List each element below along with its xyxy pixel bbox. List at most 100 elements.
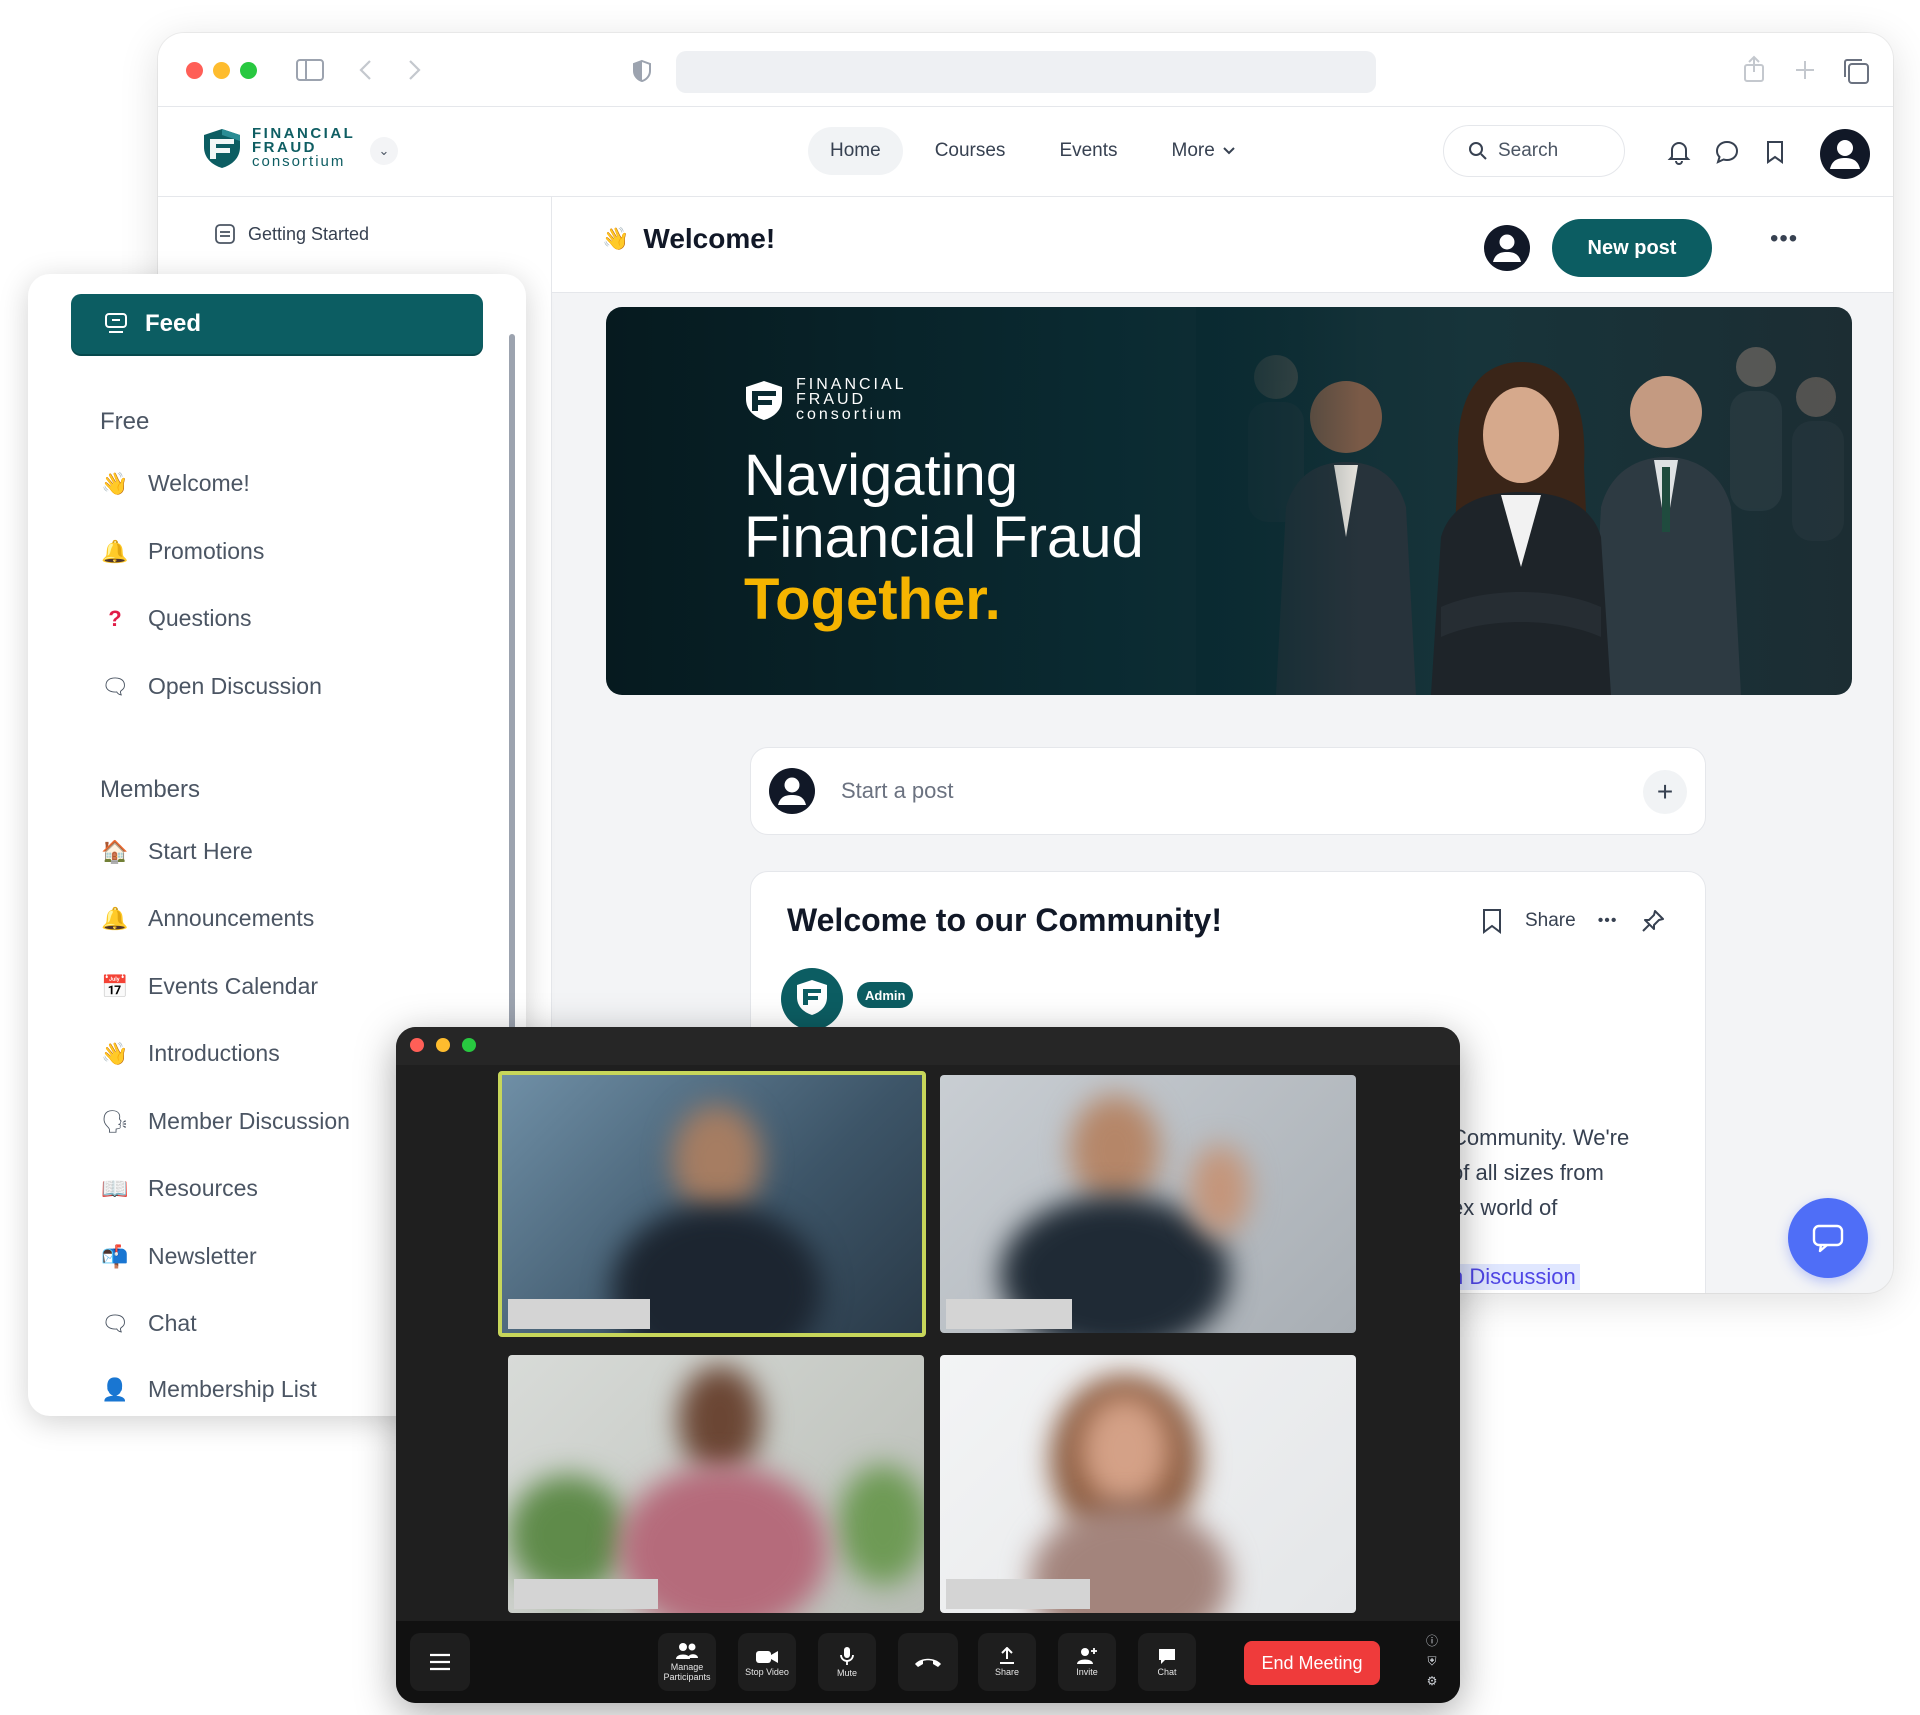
maximize-window-button[interactable]: [240, 62, 257, 79]
business-team-photo: [1196, 307, 1852, 695]
waving-hand: [1190, 1145, 1250, 1235]
brand-shield-icon: [797, 980, 827, 1015]
manage-participants-label: Manage Participants: [663, 1662, 711, 1682]
sidebar-item-questions[interactable]: ? Questions: [100, 605, 252, 632]
back-icon[interactable]: [358, 59, 374, 81]
person-icon: [778, 777, 806, 805]
security-shield-icon[interactable]: ⛨: [1426, 1651, 1438, 1671]
sidebar-item-label: Open Discussion: [148, 673, 322, 699]
minimize-window-button[interactable]: [213, 62, 230, 79]
brand-logo[interactable]: FINANCIAL FRAUD consortium: [202, 126, 355, 169]
add-user-icon: [1077, 1648, 1097, 1664]
chevron-down-icon[interactable]: ⌄: [370, 137, 398, 165]
video-call-window: Manage Participants Stop Video Mute Shar…: [396, 1027, 1460, 1703]
sidebar-item-open-discussion[interactable]: 🗨 Open Discussion: [100, 673, 322, 700]
participants-icon: [676, 1643, 698, 1659]
sidebar-item-label: Questions: [148, 605, 252, 631]
call-titlebar: [396, 1027, 1460, 1065]
bell-icon[interactable]: [1666, 139, 1692, 165]
feed-label: Feed: [145, 310, 202, 337]
section-title-free: Free: [100, 408, 150, 435]
new-tab-icon[interactable]: [1794, 59, 1816, 81]
sidebar-item-start-here[interactable]: 🏠 Start Here: [100, 838, 253, 865]
member-avatar[interactable]: [1484, 225, 1530, 271]
hero-logo: FINANCIAL FRAUD consortium: [744, 377, 907, 423]
minimize-window-button[interactable]: [436, 1038, 450, 1052]
more-options-icon[interactable]: •••: [1598, 912, 1618, 930]
sidebar-item-newsletter[interactable]: 📬 Newsletter: [100, 1243, 256, 1270]
close-window-button[interactable]: [186, 62, 203, 79]
add-post-button[interactable]: +: [1643, 770, 1687, 814]
invite-label: Invite: [1076, 1667, 1098, 1677]
video-tile-participant-2[interactable]: [940, 1075, 1356, 1333]
sidebar-item-label: Membership List: [148, 1376, 317, 1402]
share-icon[interactable]: [1742, 55, 1766, 83]
sidebar-item-getting-started[interactable]: Getting Started: [214, 223, 369, 245]
participant-name-tag: [508, 1299, 650, 1329]
close-window-button[interactable]: [410, 1038, 424, 1052]
video-tile-participant-4[interactable]: [940, 1355, 1356, 1613]
share-screen-button[interactable]: Share: [978, 1633, 1036, 1691]
participant-video: [678, 1365, 762, 1475]
author-avatar[interactable]: [781, 968, 843, 1030]
section-title-members: Members: [100, 776, 201, 803]
hang-up-button[interactable]: [898, 1633, 958, 1691]
person-icon: [1830, 140, 1860, 169]
manage-participants-button[interactable]: Manage Participants: [658, 1633, 716, 1691]
nav-home[interactable]: Home: [808, 127, 903, 175]
nav-more[interactable]: More: [1150, 127, 1257, 175]
sidebar-item-label: Events Calendar: [148, 973, 319, 999]
user-avatar[interactable]: [1820, 129, 1870, 179]
sidebar-item-feed[interactable]: Feed: [71, 294, 483, 354]
sidebar-item-events-calendar[interactable]: 📅 Events Calendar: [100, 973, 318, 1000]
bookmark-icon[interactable]: [1481, 908, 1503, 934]
nav-more-label: More: [1171, 140, 1215, 161]
post-channel-link[interactable]: n Discussion: [1447, 1264, 1580, 1290]
chat-label: Chat: [1157, 1667, 1177, 1677]
site-navbar: FINANCIAL FRAUD consortium ⌄ Home Course…: [158, 107, 1893, 197]
sidebar-toggle-icon[interactable]: [296, 58, 324, 82]
sidebar-item-welcome[interactable]: 👋 Welcome!: [100, 470, 250, 497]
nav-courses[interactable]: Courses: [913, 127, 1028, 175]
mute-button[interactable]: Mute: [818, 1633, 876, 1691]
sidebar-item-announcements[interactable]: 🔔 Announcements: [100, 905, 314, 932]
end-meeting-button[interactable]: End Meeting: [1244, 1641, 1380, 1685]
hamburger-menu-button[interactable]: [410, 1633, 470, 1691]
call-chat-button[interactable]: Chat: [1138, 1633, 1196, 1691]
video-tile-participant-1[interactable]: [498, 1071, 926, 1337]
post-body: Community. We're of all sizes from ex wo…: [1451, 1120, 1691, 1225]
search-input[interactable]: Search: [1443, 125, 1625, 177]
post-body-line-2: of all sizes from: [1451, 1160, 1604, 1185]
sidebar-item-resources[interactable]: 📖 Resources: [100, 1175, 258, 1202]
forward-icon[interactable]: [406, 59, 422, 81]
bookmark-icon[interactable]: [1762, 139, 1788, 165]
sidebar-item-member-discussion[interactable]: 🗣 Member Discussion: [100, 1108, 350, 1135]
more-options-icon[interactable]: •••: [1770, 225, 1798, 253]
video-tile-participant-3[interactable]: [508, 1355, 924, 1613]
author-role-badge: Admin: [857, 982, 914, 1008]
sidebar-item-introductions[interactable]: 👋 Introductions: [100, 1040, 279, 1067]
pin-icon[interactable]: [1640, 908, 1666, 934]
post-title[interactable]: Welcome to our Community!: [787, 902, 1222, 939]
tab-overview-icon[interactable]: [1842, 57, 1870, 85]
share-button[interactable]: Share: [1525, 910, 1576, 932]
sidebar-item-promotions[interactable]: 🔔 Promotions: [100, 538, 264, 565]
post-composer[interactable]: Start a post +: [750, 747, 1706, 835]
chat-launcher-button[interactable]: [1788, 1198, 1868, 1278]
hero-line-2: Financial Fraud: [744, 505, 1144, 570]
address-bar[interactable]: [676, 51, 1376, 93]
stop-video-button[interactable]: Stop Video: [738, 1633, 796, 1691]
brand-shield-icon: [204, 129, 240, 168]
privacy-shield-icon[interactable]: [632, 59, 652, 83]
sidebar-item-label: Chat: [148, 1310, 197, 1336]
info-icon[interactable]: ⓘ: [1426, 1631, 1438, 1651]
sidebar-item-membership-list[interactable]: 👤 Membership List: [100, 1376, 317, 1403]
invite-button[interactable]: Invite: [1058, 1633, 1116, 1691]
sidebar-item-chat[interactable]: 🗨 Chat: [100, 1310, 197, 1337]
new-post-button[interactable]: New post: [1552, 219, 1712, 277]
maximize-window-button[interactable]: [462, 1038, 476, 1052]
settings-gear-icon[interactable]: ⚙: [1426, 1671, 1438, 1691]
nav-events[interactable]: Events: [1037, 127, 1139, 175]
chat-bubble-icon[interactable]: [1714, 139, 1740, 165]
menu-icon: [430, 1653, 450, 1671]
